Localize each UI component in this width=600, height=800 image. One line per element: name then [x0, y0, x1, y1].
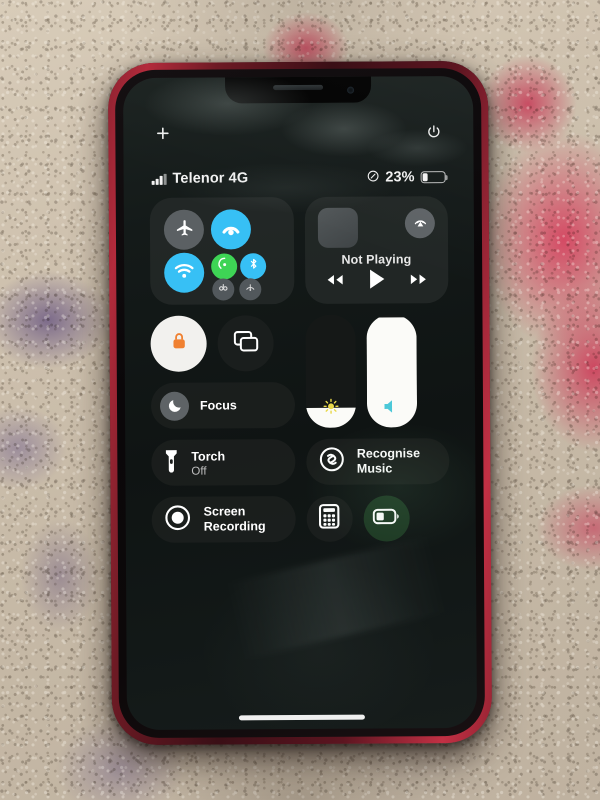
torch-label: Torch — [191, 449, 226, 464]
utility-tile-row — [306, 495, 450, 542]
bluetooth-toggle[interactable] — [240, 253, 267, 280]
sliders-group — [304, 314, 449, 428]
cellular-data-icon — [220, 216, 242, 243]
iphone-device: Telenor 4G 23% Not Playing Focus Torch O… — [107, 60, 493, 746]
status-bar: Telenor 4G 23% — [124, 166, 474, 190]
control-center: Not Playing Focus Torch Off Recognise Mu… — [149, 196, 450, 543]
top-glyph-row — [123, 124, 473, 148]
focus-label: Focus — [199, 398, 237, 413]
now-playing-status: Not Playing — [341, 252, 412, 267]
transport-controls — [305, 268, 449, 295]
airplane-icon — [173, 217, 194, 243]
speaker-volume-icon — [382, 398, 400, 419]
photo-scene: Telenor 4G 23% Not Playing Focus Torch O… — [0, 0, 600, 800]
record-icon — [165, 504, 191, 535]
airplay-button[interactable] — [404, 208, 435, 239]
wifi-toggle[interactable] — [164, 252, 205, 293]
personal-hotspot-toggle[interactable] — [212, 278, 235, 301]
torch-tile[interactable]: Torch Off — [151, 439, 296, 486]
recognise-music-tile[interactable]: Recognise Music — [305, 438, 450, 485]
airplane-mode-toggle[interactable] — [163, 209, 205, 250]
left-controls-column: Focus — [150, 315, 295, 429]
carrier-label: Telenor 4G — [172, 170, 249, 187]
cellular-data-toggle[interactable] — [210, 209, 252, 250]
screen-recording-label-1: Screen — [203, 504, 246, 519]
brightness-icon — [322, 398, 339, 420]
front-camera-icon — [347, 86, 355, 94]
hotspot-icon — [217, 280, 229, 298]
album-art-placeholder — [317, 207, 358, 248]
now-playing-module[interactable]: Not Playing — [304, 196, 449, 304]
shazam-icon — [319, 447, 344, 477]
vpn-icon — [244, 280, 256, 298]
cellular-signal-icon — [151, 173, 167, 185]
plus-icon[interactable] — [155, 126, 170, 148]
battery-icon — [420, 171, 446, 184]
lock-rotate-icon — [170, 332, 187, 356]
moon-icon — [159, 391, 190, 421]
home-indicator[interactable] — [238, 714, 365, 721]
torch-state-label: Off — [191, 465, 207, 478]
brightness-slider[interactable] — [304, 314, 356, 428]
calculator-icon — [318, 503, 340, 534]
do-not-disturb-icon — [366, 169, 379, 186]
flashlight-icon — [164, 448, 178, 477]
fast-forward-button[interactable] — [409, 272, 428, 291]
phone-screen: Telenor 4G 23% Not Playing Focus Torch O… — [123, 75, 477, 731]
screen-smudge — [224, 536, 448, 661]
recognise-music-label-2: Music — [356, 461, 393, 476]
toggle-row — [150, 315, 294, 372]
screen-mirroring-icon — [233, 330, 258, 357]
rewind-button[interactable] — [325, 272, 344, 291]
airdrop-toggle[interactable] — [211, 253, 238, 280]
rotation-lock-toggle[interactable] — [150, 315, 207, 372]
notch — [225, 76, 372, 104]
screen-recording-label-2: Recording — [203, 519, 266, 534]
airdrop-icon — [217, 256, 232, 276]
volume-slider[interactable] — [365, 314, 417, 428]
play-button[interactable] — [367, 268, 386, 294]
screen-recording-tile[interactable]: Screen Recording — [151, 496, 296, 543]
battery-low-power-icon — [372, 508, 400, 529]
calculator-tile[interactable] — [306, 495, 353, 542]
bluetooth-icon — [247, 257, 260, 275]
vpn-toggle[interactable] — [239, 278, 262, 301]
power-icon[interactable] — [426, 124, 441, 146]
earpiece-speaker — [273, 84, 324, 91]
battery-percent-label: 23% — [385, 169, 415, 186]
screen-mirroring-toggle[interactable] — [217, 315, 274, 372]
recognise-music-label-1: Recognise — [356, 446, 421, 461]
airplay-icon — [411, 212, 428, 234]
low-power-mode-tile[interactable] — [363, 495, 410, 542]
wifi-icon — [173, 259, 195, 286]
connectivity-module[interactable] — [149, 197, 294, 305]
focus-tile[interactable]: Focus — [150, 382, 295, 429]
